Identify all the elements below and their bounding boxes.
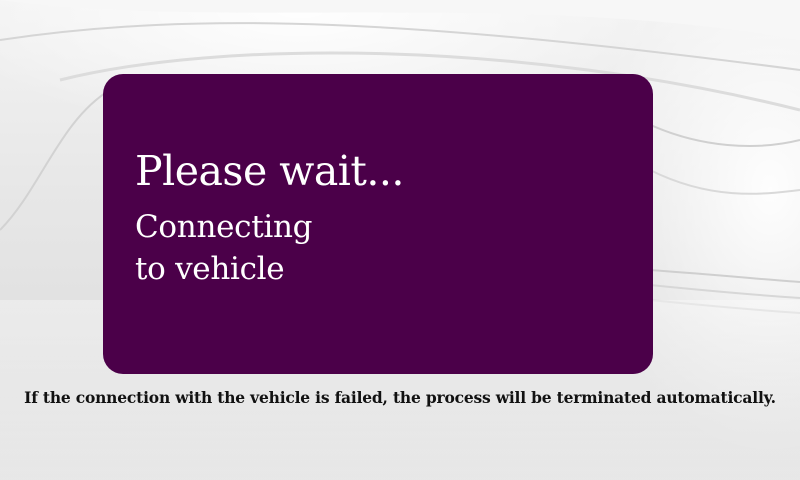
connecting-dialog: Please wait... Connecting to vehicle: [103, 74, 653, 374]
connection-failure-note: If the connection with the vehicle is fa…: [24, 388, 776, 407]
dialog-title: Please wait...: [135, 147, 404, 195]
dialog-subtitle: Connecting to vehicle: [135, 209, 313, 287]
